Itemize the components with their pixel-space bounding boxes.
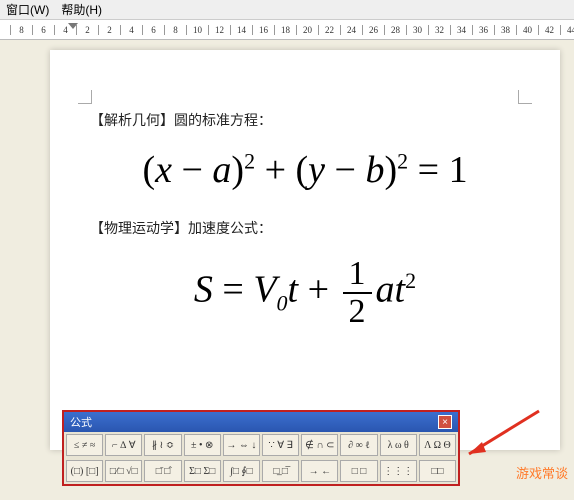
ruler-tick: 24 [340,25,362,35]
palette-symbol-button-6[interactable]: ∉ ∩ ⊂ [301,434,338,456]
palette-symbol-button-7[interactable]: ∂ ∞ ℓ [340,434,377,456]
var-t: t [395,269,406,311]
ruler-tick: 28 [384,25,406,35]
page-corner-tr [518,90,532,104]
ruler-tick: 6 [32,25,54,35]
ruler-tick: 26 [362,25,384,35]
palette-symbol-button-9[interactable]: Λ Ω Θ [419,434,456,456]
palette-template-button-2[interactable]: □̄ □̂ [144,460,181,482]
ruler-tick: 2 [76,25,98,35]
op-minus: − [325,149,365,191]
op-eq: = [408,149,448,191]
equation-circle[interactable]: (x − a)2 + (y − b)2 = 1 [90,148,520,192]
fraction-half: 12 [343,256,372,330]
denominator: 2 [343,294,372,330]
equation-kinematics[interactable]: S = V0t + 12at2 [90,256,520,330]
ruler-tick: 44 [560,25,574,35]
ruler-tick: 8 [10,25,32,35]
ruler-tick: 32 [428,25,450,35]
toolbar-row-2: (□) [□]□⁄□ √□□̄ □̂Σ□ Σ□∫□ ∮□□̲ □̅→ ←□ □⋮… [64,458,458,484]
toolbar-titlebar[interactable]: 公式 × [64,412,458,432]
var-x: x [155,149,172,191]
exp-2: 2 [405,268,416,293]
page-corner-tl [78,90,92,104]
ruler-tick: 8 [164,25,186,35]
ruler-tick: 30 [406,25,428,35]
palette-template-button-3[interactable]: Σ□ Σ□ [184,460,221,482]
ruler-tick: 10 [186,25,208,35]
ruler-tick: 40 [516,25,538,35]
page-area: 【解析几何】圆的标准方程： (x − a)2 + (y − b)2 = 1 【物… [0,40,574,500]
palette-symbol-button-1[interactable]: ⌐ ∆ ∀ [105,434,142,456]
menu-window[interactable]: 窗口(W) [6,1,49,18]
toolbar-title: 公式 [70,414,92,430]
palette-template-button-8[interactable]: ⋮⋮⋮ [380,460,417,482]
heading-geometry: 【解析几何】圆的标准方程： [90,110,520,130]
exp-2: 2 [397,148,408,173]
var-a: a [376,269,395,311]
paren: ) [384,149,397,191]
palette-template-button-6[interactable]: → ← [301,460,338,482]
op-minus: − [172,149,212,191]
palette-template-button-9[interactable]: □□ [419,460,456,482]
ruler-tick: 16 [252,25,274,35]
palette-symbol-button-0[interactable]: ≤ ≠ ≈ [66,434,103,456]
ruler-tick: 18 [274,25,296,35]
paren: ( [296,149,309,191]
var-v: V [253,269,276,311]
ruler-tick: 42 [538,25,560,35]
var-a: a [212,149,231,191]
exp-2: 2 [244,148,255,173]
ruler-tick: 38 [494,25,516,35]
close-icon[interactable]: × [438,415,452,429]
ruler-tick: 36 [472,25,494,35]
numerator: 1 [343,256,372,294]
ruler-tick: 34 [450,25,472,35]
palette-symbol-button-3[interactable]: ± • ⊗ [184,434,221,456]
op-eq: = [213,269,253,311]
ruler-tick: 20 [296,25,318,35]
var-b: b [365,149,384,191]
ruler-tick: 22 [318,25,340,35]
ruler: 8642246810121416182022242628303234363840… [0,20,574,40]
op-plus: + [255,149,295,191]
ruler-tick: 12 [208,25,230,35]
palette-template-button-4[interactable]: ∫□ ∮□ [223,460,260,482]
palette-symbol-button-5[interactable]: ∵ ∀ ∃ [262,434,299,456]
var-s: S [194,269,213,311]
sub-0: 0 [277,290,288,315]
equation-toolbar[interactable]: 公式 × ≤ ≠ ≈⌐ ∆ ∀∦ ≀ ≎± • ⊗→ ⇔ ↓∵ ∀ ∃∉ ∩ ⊂… [62,410,460,486]
ruler-tick: 14 [230,25,252,35]
toolbar-row-1: ≤ ≠ ≈⌐ ∆ ∀∦ ≀ ≎± • ⊗→ ⇔ ↓∵ ∀ ∃∉ ∩ ⊂∂ ∞ ℓ… [64,432,458,458]
var-t: t [288,269,299,311]
paren: ( [142,149,155,191]
palette-template-button-7[interactable]: □ □ [340,460,377,482]
heading-physics: 【物理运动学】加速度公式： [90,218,520,238]
indent-marker[interactable] [68,23,78,29]
palette-template-button-0[interactable]: (□) [□] [66,460,103,482]
menubar: 窗口(W) 帮助(H) [0,0,574,20]
watermark: 游戏常谈 [516,463,568,482]
var-y: y [308,149,325,191]
palette-template-button-5[interactable]: □̲ □̅ [262,460,299,482]
paren: ) [231,149,244,191]
palette-symbol-button-4[interactable]: → ⇔ ↓ [223,434,260,456]
op-plus: + [298,269,338,311]
ruler-tick: 4 [120,25,142,35]
document-page: 【解析几何】圆的标准方程： (x − a)2 + (y − b)2 = 1 【物… [50,50,560,450]
palette-symbol-button-2[interactable]: ∦ ≀ ≎ [144,434,181,456]
num-one: 1 [449,149,468,191]
ruler-tick: 2 [98,25,120,35]
palette-symbol-button-8[interactable]: λ ω θ [380,434,417,456]
palette-template-button-1[interactable]: □⁄□ √□ [105,460,142,482]
menu-help[interactable]: 帮助(H) [61,1,102,18]
ruler-tick: 6 [142,25,164,35]
